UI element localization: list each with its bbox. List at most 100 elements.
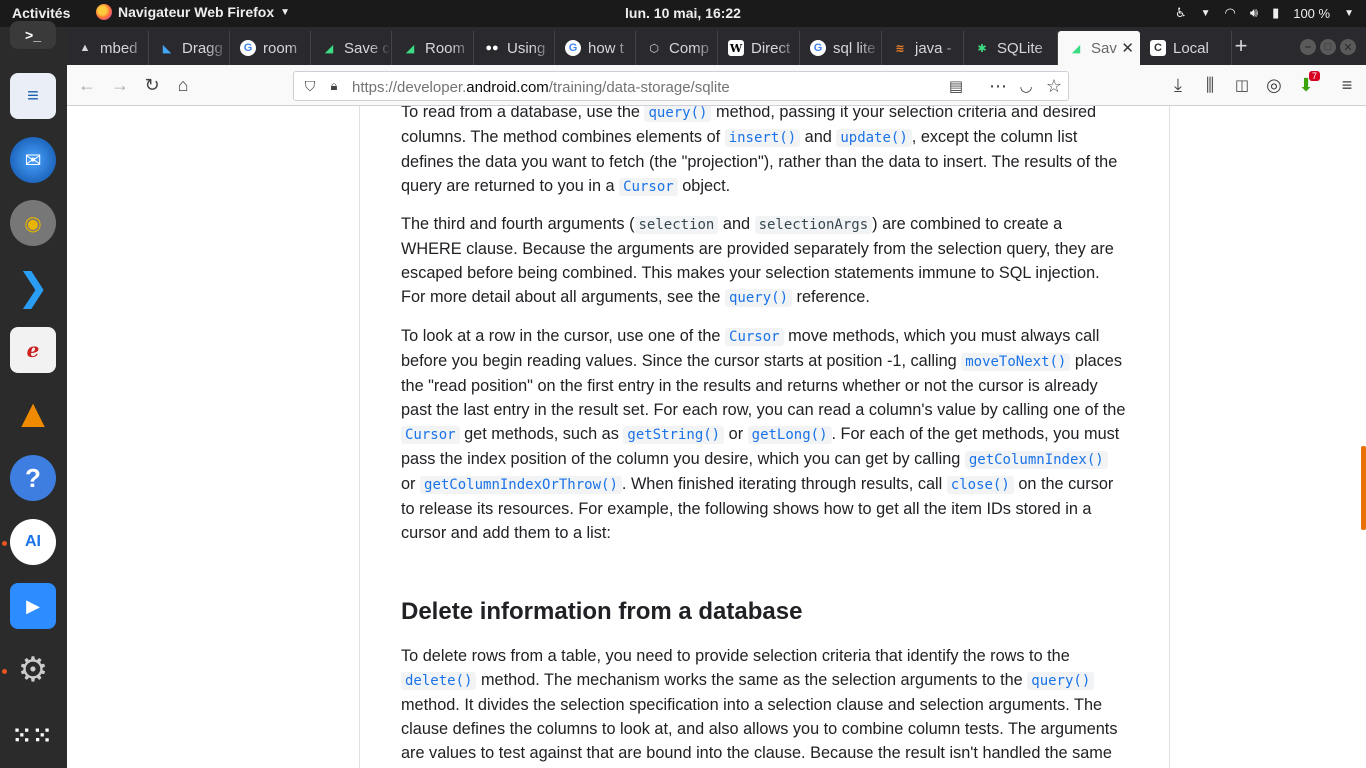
help-icon[interactable]: ? xyxy=(10,455,56,501)
tab[interactable]: ●● Using xyxy=(474,31,555,65)
new-tab-icon[interactable]: + xyxy=(1231,33,1251,58)
tab[interactable]: ◢ Room xyxy=(392,31,474,65)
library-icon[interactable]: ⫼ xyxy=(1200,75,1220,95)
api-link[interactable]: moveToNext() xyxy=(961,353,1071,371)
vlc-icon[interactable]: ▲ xyxy=(10,391,56,437)
reload-icon[interactable]: ↻ xyxy=(142,75,162,95)
system-top-bar: Activités Navigateur Web Firefox ▼ lun. … xyxy=(0,0,1366,27)
battery-icon: ▮ xyxy=(1272,5,1280,20)
api-link[interactable]: query() xyxy=(644,106,712,122)
url-bar[interactable]: ⛉ 🔒︎ https://developer.android.com/train… xyxy=(293,71,1069,101)
vscode-icon[interactable]: ❯ xyxy=(10,264,56,310)
paragraph-read-query: To read from a database, use the query()… xyxy=(401,106,1118,196)
battery-percent: 100 % xyxy=(1293,5,1331,21)
hamburger-menu-icon[interactable]: ≡ xyxy=(1337,75,1357,95)
api-link[interactable]: delete() xyxy=(401,672,477,690)
api-link[interactable]: close() xyxy=(946,476,1014,494)
scrollbar-thumb[interactable] xyxy=(1361,446,1366,530)
volume-icon: 🔊︎ xyxy=(1249,5,1259,20)
page-viewport: To read from a database, use the query()… xyxy=(67,106,1366,768)
back-icon[interactable]: ← xyxy=(77,75,97,95)
pocket-icon[interactable]: ◡ xyxy=(1016,76,1036,96)
zoom-icon[interactable]: ▶ xyxy=(10,583,56,629)
close-window-icon[interactable]: ✕ xyxy=(1340,39,1356,55)
account-icon[interactable]: ◎ xyxy=(1264,75,1284,95)
chevron-down-icon: ▼ xyxy=(280,6,291,18)
paragraph-selection-args: The third and fourth arguments (selectio… xyxy=(401,215,1114,307)
flutter-icon: ◣ xyxy=(162,42,172,55)
wifi-icon: ◠ xyxy=(1224,5,1236,20)
system-tray[interactable]: ♿ ▼ ◠ 🔊︎ ▮ 100 % ▼ xyxy=(1175,5,1354,21)
api-link[interactable]: Cursor xyxy=(725,328,784,346)
api-link[interactable]: update() xyxy=(836,129,912,147)
minimize-icon[interactable]: – xyxy=(1300,39,1316,55)
thunderbird-icon[interactable]: ✉ xyxy=(10,137,56,183)
tab[interactable]: G sql lite xyxy=(800,31,882,65)
api-link[interactable]: insert() xyxy=(724,129,801,147)
google-icon: G xyxy=(810,40,826,56)
terminal-icon[interactable]: >_ xyxy=(10,21,56,49)
tab[interactable]: C Local xyxy=(1140,31,1232,65)
chevron-down-icon: ▼ xyxy=(1200,7,1211,19)
tab[interactable]: ▲ mbed xyxy=(67,31,149,65)
close-tab-icon[interactable]: ✕ xyxy=(1121,39,1134,57)
tab-label: Local xyxy=(1173,39,1209,57)
sidebar-icon[interactable]: ◫ xyxy=(1232,75,1252,95)
running-indicator xyxy=(2,541,7,546)
api-link[interactable]: getLong() xyxy=(747,426,832,444)
app-grid-icon[interactable]: ⁙⁙ xyxy=(10,713,56,759)
forward-icon[interactable]: → xyxy=(110,75,130,95)
wikipedia-icon: W xyxy=(728,40,744,56)
firefox-icon xyxy=(96,4,112,20)
settings-icon[interactable]: ⚙ xyxy=(10,647,56,693)
c-icon: C xyxy=(1150,40,1166,56)
paragraph-cursor: To look at a row in the cursor, use one … xyxy=(401,327,1126,542)
api-link[interactable]: getString() xyxy=(623,426,725,444)
rhythmbox-icon[interactable]: ◉ xyxy=(10,200,56,246)
tab-active[interactable]: ◢ Sav ✕ xyxy=(1058,31,1140,65)
android-dev-icon: ✱ xyxy=(977,42,987,55)
tab[interactable]: ≋ java - xyxy=(882,31,964,65)
api-link[interactable]: Cursor xyxy=(401,426,460,444)
chevron-down-icon: ▼ xyxy=(1344,7,1354,19)
page-actions-icon[interactable]: ⋯ xyxy=(988,76,1008,96)
tab[interactable]: G room xyxy=(230,31,311,65)
api-link[interactable]: Cursor xyxy=(619,178,678,196)
tab-bar: ▲ mbed ◣ Dragg G room ◢ Save c ◢ Room ●●… xyxy=(67,27,1366,65)
stackoverflow-icon: ≋ xyxy=(895,42,905,55)
api-link[interactable]: getColumnIndex() xyxy=(964,451,1108,469)
downloads-icon[interactable]: ⤓ xyxy=(1168,75,1188,95)
lock-icon[interactable]: 🔒︎ xyxy=(324,76,344,96)
navigation-bar: ← → ↻ ⌂ ⛉ 🔒︎ https://developer.android.c… xyxy=(67,65,1366,106)
google-icon: G xyxy=(565,40,581,56)
inline-code: selectionArgs xyxy=(754,216,873,234)
app-menu-label: Navigateur Web Firefox xyxy=(118,4,275,20)
android-icon: ◢ xyxy=(405,42,415,55)
app-menu[interactable]: Navigateur Web Firefox ▼ xyxy=(96,4,290,20)
tab-label: Sav xyxy=(1091,39,1117,57)
activities-button[interactable]: Activités xyxy=(12,5,70,21)
tab[interactable]: ⬡ Comp xyxy=(636,31,718,65)
tab-favicon-icon: ▲ xyxy=(79,42,91,54)
google-icon: G xyxy=(240,40,256,56)
api-link[interactable]: query() xyxy=(1027,672,1095,690)
accessibility-icon[interactable]: ♿ xyxy=(1175,5,1187,21)
tab[interactable]: ◣ Dragg xyxy=(149,31,230,65)
tab[interactable]: G how t xyxy=(555,31,636,65)
url-text: https://developer.android.com/training/d… xyxy=(352,79,730,96)
dock: >_ ≡ ✉ ◉ ❯ ℯ ▲ ? AI ▶ ⚙ ⁙⁙ xyxy=(0,21,67,768)
maximize-icon[interactable]: □ xyxy=(1320,39,1336,55)
api-link[interactable]: query() xyxy=(725,289,793,307)
writer-icon[interactable]: ≡ xyxy=(10,73,56,119)
api-link[interactable]: getColumnIndexOrThrow() xyxy=(420,476,622,494)
reader-mode-icon[interactable]: ▤ xyxy=(946,76,966,96)
evince-icon[interactable]: ℯ xyxy=(10,327,56,373)
tab[interactable]: W Direct xyxy=(718,31,800,65)
android-icon: ◢ xyxy=(1071,42,1081,55)
tab[interactable]: ✱ SQLite xyxy=(964,31,1058,65)
shield-icon[interactable]: ⛉ xyxy=(300,76,320,96)
android-studio-icon[interactable]: AI xyxy=(10,519,56,565)
bookmark-star-icon[interactable]: ☆ xyxy=(1044,76,1064,96)
home-icon[interactable]: ⌂ xyxy=(173,75,193,95)
tab[interactable]: ◢ Save c xyxy=(311,31,392,65)
